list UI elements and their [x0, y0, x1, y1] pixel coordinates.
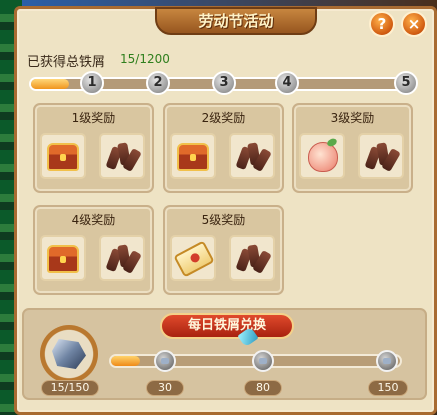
- treasure-chest-icon: [177, 143, 209, 171]
- treasure-chest-icon: [47, 245, 79, 273]
- milestone-label-30: 30: [146, 380, 184, 396]
- level-node-2[interactable]: 2: [146, 71, 170, 95]
- reward-slot[interactable]: [170, 235, 216, 281]
- milestone-node-80[interactable]: [252, 350, 274, 372]
- daily-iron-count: 15/150: [41, 380, 99, 396]
- iron-scrap-icon: [364, 142, 401, 173]
- reward-level-5: 5级奖励: [163, 205, 284, 295]
- iron-scrap-icon: [105, 142, 142, 173]
- reward-slot[interactable]: [229, 235, 275, 281]
- daily-iron-progress-fill: [111, 356, 140, 366]
- milestone-node-150[interactable]: [376, 350, 398, 372]
- close-button[interactable]: ×: [401, 11, 427, 37]
- title-plate: 劳动节活动: [155, 7, 317, 35]
- scroll-icon: [173, 240, 215, 278]
- reward-slot[interactable]: [229, 133, 275, 179]
- level-node-5[interactable]: 5: [394, 71, 418, 95]
- iron-scrap-icon: [235, 244, 272, 275]
- reward-slot[interactable]: [99, 235, 145, 281]
- iron-scrap-icon: [105, 244, 142, 275]
- milestone-label-80: 80: [244, 380, 282, 396]
- reward-slot[interactable]: [40, 235, 86, 281]
- reward-title: 3级奖励: [330, 111, 375, 125]
- reward-slot[interactable]: [40, 133, 86, 179]
- treasure-chest-icon: [47, 143, 79, 171]
- reward-title: 2级奖励: [201, 111, 246, 125]
- peach-icon: [308, 142, 338, 172]
- reward-slot[interactable]: [99, 133, 145, 179]
- daily-exchange-button[interactable]: 每日铁屑兑换: [160, 313, 294, 339]
- reward-level-4: 4级奖励: [33, 205, 154, 295]
- total-progress-fill: [31, 79, 70, 89]
- iron-ore-frame[interactable]: [40, 325, 98, 383]
- reward-slot[interactable]: [170, 133, 216, 179]
- close-icon: ×: [407, 15, 421, 33]
- reward-title: 5级奖励: [201, 213, 246, 227]
- reward-title: 1级奖励: [71, 111, 116, 125]
- help-icon: ?: [377, 15, 387, 33]
- help-button[interactable]: ?: [369, 11, 395, 37]
- iron-ore-icon: [52, 339, 86, 369]
- game-screen: 劳动节活动 ? × 已获得总铁屑 15/1200 1 2 3 4 5 1级奖励 …: [0, 0, 437, 415]
- reward-level-3: 3级奖励: [292, 103, 413, 193]
- total-iron-value: 15/1200: [120, 52, 170, 66]
- reward-title: 4级奖励: [71, 213, 116, 227]
- level-node-3[interactable]: 3: [212, 71, 236, 95]
- level-node-1[interactable]: 1: [80, 71, 104, 95]
- iron-scrap-icon: [235, 142, 272, 173]
- reward-level-1: 1级奖励: [33, 103, 154, 193]
- reward-slot[interactable]: [358, 133, 404, 179]
- milestone-label-150: 150: [368, 380, 408, 396]
- window-title: 劳动节活动: [198, 12, 274, 30]
- level-node-4[interactable]: 4: [275, 71, 299, 95]
- total-iron-label: 已获得总铁屑: [27, 55, 106, 70]
- reward-level-2: 2级奖励: [163, 103, 284, 193]
- reward-slot[interactable]: [299, 133, 345, 179]
- milestone-node-30[interactable]: [154, 350, 176, 372]
